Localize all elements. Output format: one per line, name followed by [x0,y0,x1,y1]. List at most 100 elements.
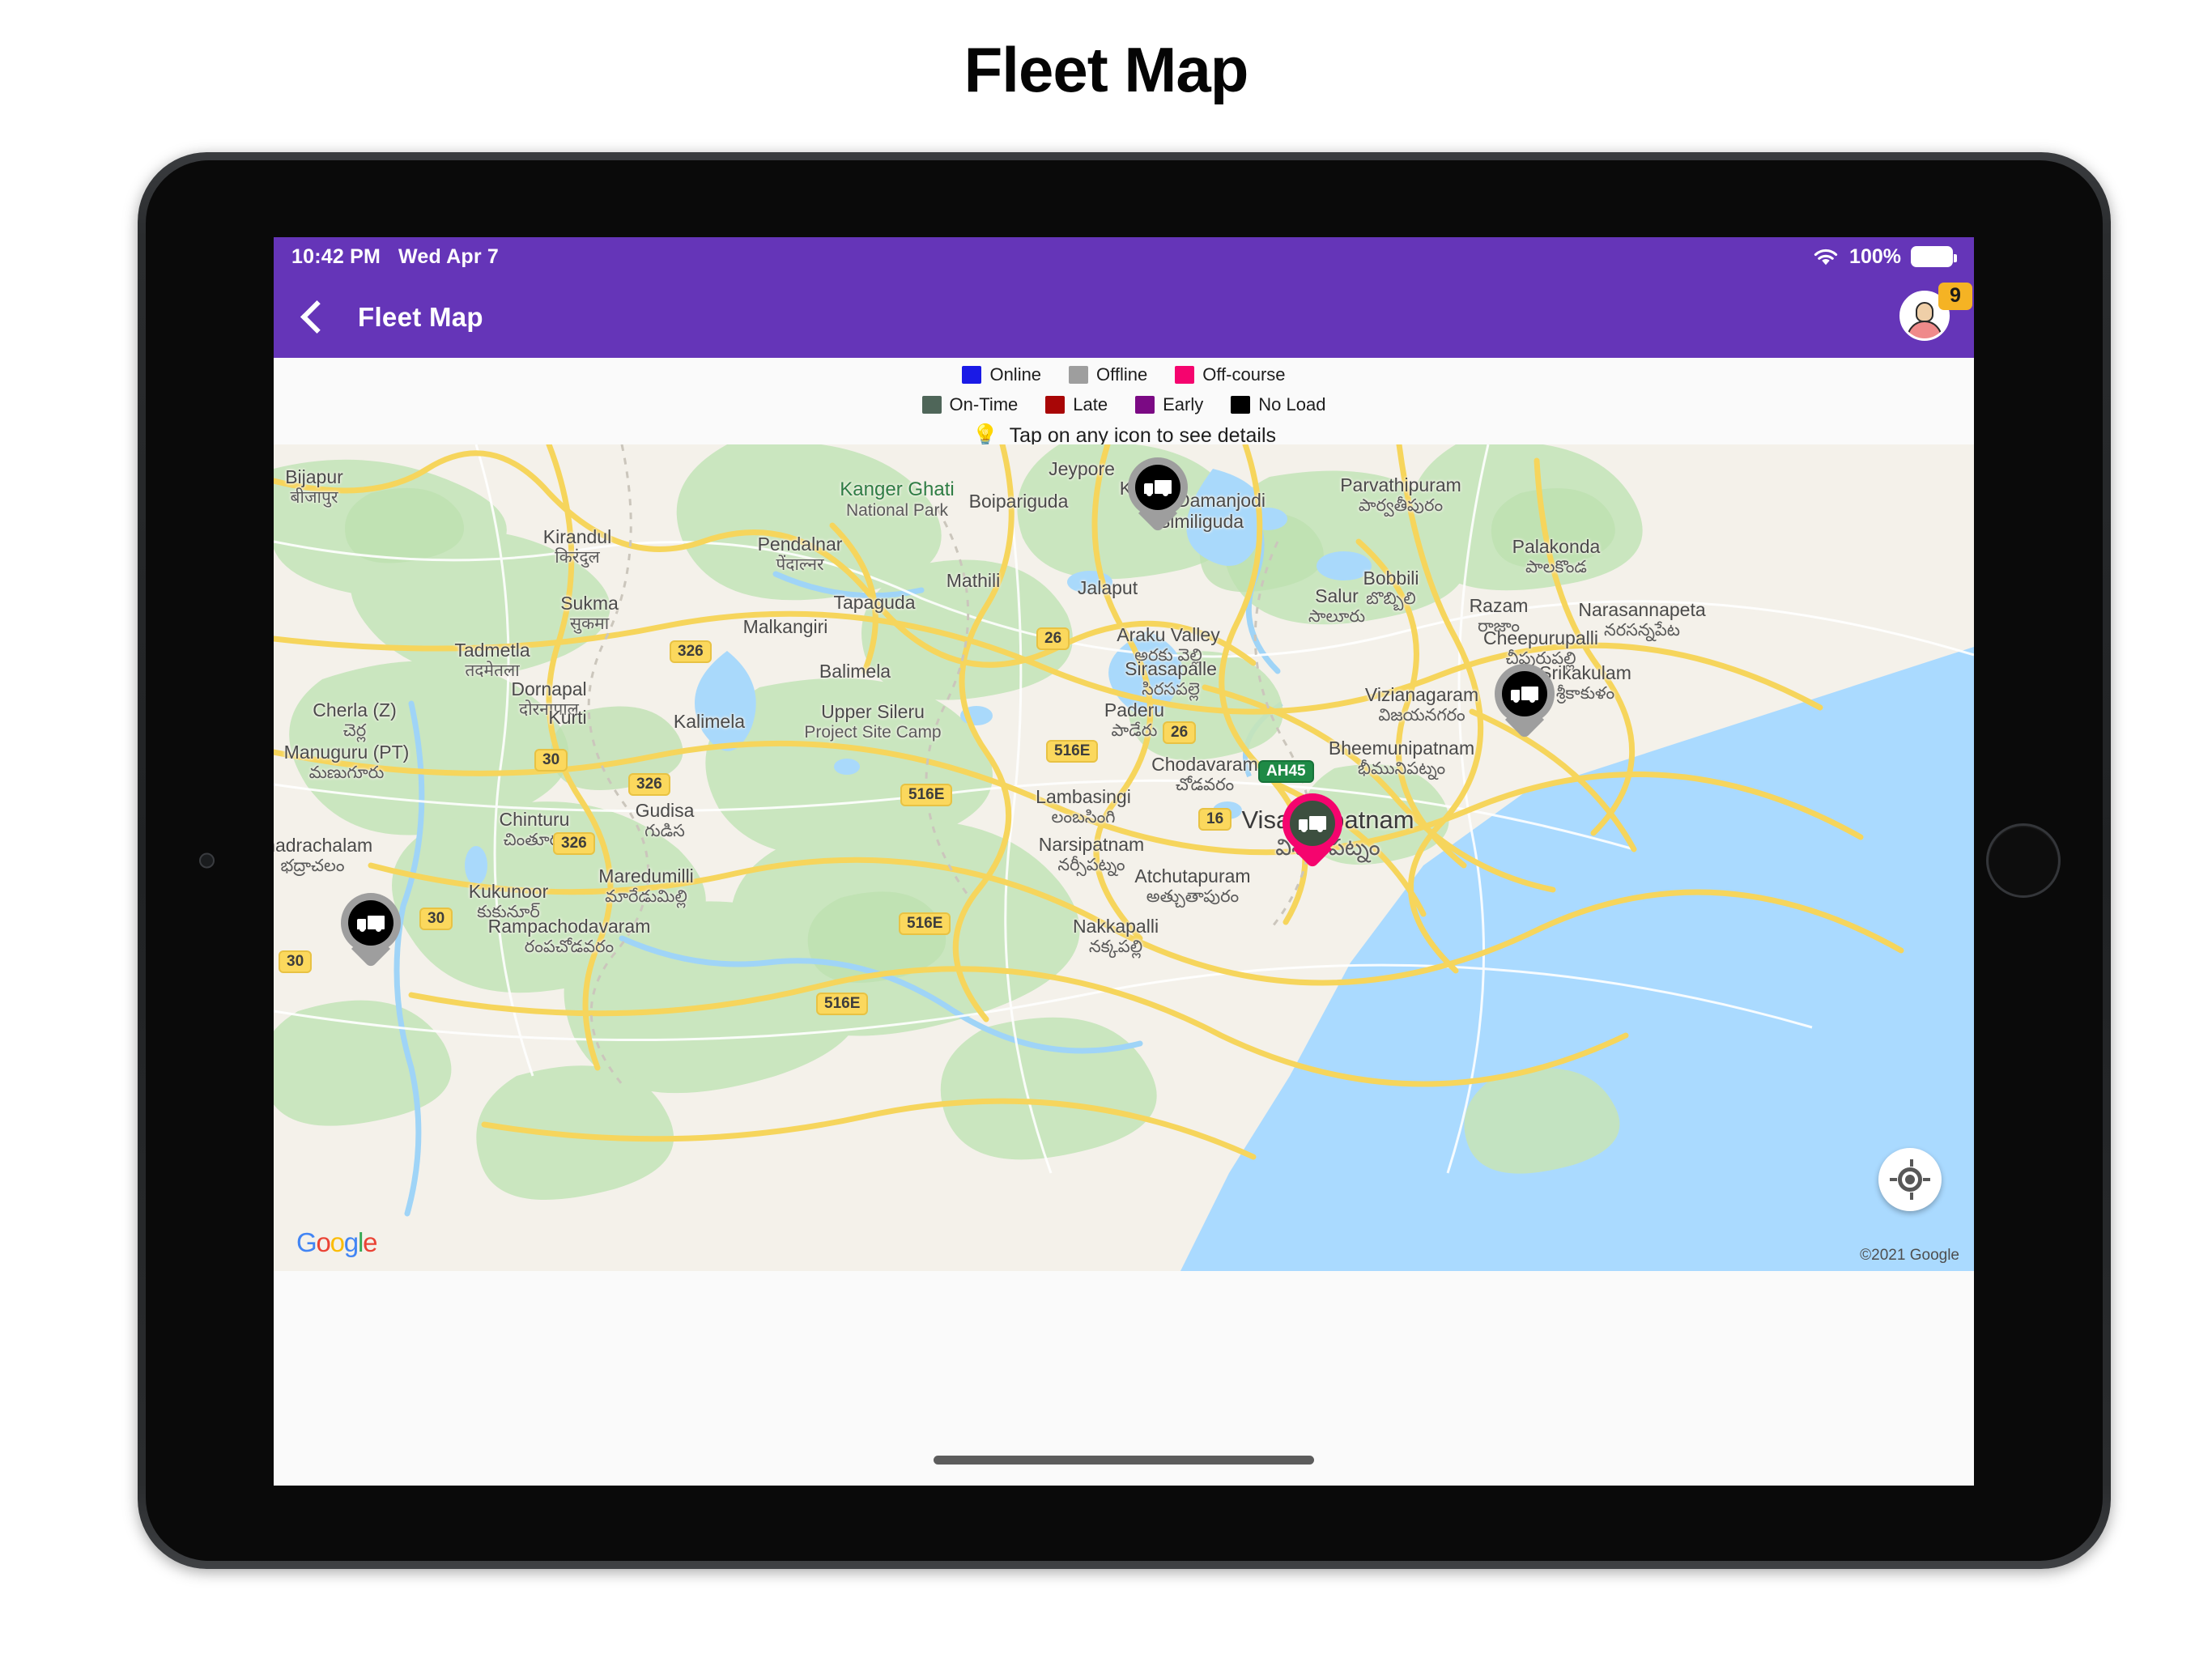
legend-swatch-icon [921,395,942,414]
legend-swatch-icon [1045,395,1066,414]
legend-item-on-time: On-Time [921,393,1019,415]
legend-label: Off-course [1202,363,1286,385]
legend-label: On-Time [949,393,1019,414]
bottom-area [274,1271,1974,1486]
road-shield: 326 [670,640,712,663]
legend-label: No Load [1258,393,1326,414]
legend-panel: Online Offline Off-course On-Time Late Early… [274,358,1974,448]
legend-swatch-icon [962,365,982,384]
marker-bhadrachalam[interactable] [341,893,401,969]
map-label: Damanjodi [1176,490,1266,511]
legend-item-no-load: No Load [1231,394,1325,415]
map-label: Jeypore [1049,458,1115,479]
road-shield: 16 [1198,808,1232,831]
map-label: Palakonda పాలకొండ [1512,536,1601,576]
map-label: Bobbili బొబ్బిలి [1363,568,1419,608]
legend-swatch-icon [1135,395,1155,414]
back-chevron-icon[interactable] [288,295,334,340]
lightbulb-icon: 💡 [971,423,999,448]
map-label: Gudisa గుడిస [635,800,695,840]
battery-percent: 100% [1849,244,1901,268]
map-label: Bijapur बीजापुर [285,466,343,507]
legend-label: Late [1073,393,1108,414]
map-label: Malkangiri [742,616,828,637]
map-label: Balimela [819,661,891,682]
map-label: Sukma सुकमा [560,593,619,633]
app-bar-title: Fleet Map [358,301,483,332]
marker-srikakulam[interactable] [1495,664,1555,740]
map-label: Atchutapuram అత్చుతాపురం [1134,865,1251,906]
map-label: Vizianagaram విజయనగరం [1364,684,1479,725]
map-label: Salur సాలూరు [1308,585,1366,626]
map-label: Paderu పాడేరు [1104,699,1165,740]
map-label: Sirasapalle సిరసపల్లె [1125,658,1217,699]
map-label: Kurti [548,707,587,728]
avatar[interactable]: 9 [1899,282,1972,344]
legend-label: Early [1163,393,1204,414]
camera-icon [199,852,215,869]
road-shield: 30 [279,950,313,973]
truck-icon[interactable] [348,900,393,946]
battery-full-icon [1911,246,1957,267]
map-label: Rampachodavaram రంపచోడవరం [487,916,651,956]
legend-item-offline: Offline [1069,364,1147,385]
wifi-icon [1814,249,1838,266]
map-label: Tadmetla तदमेतला [454,640,530,680]
map-label: Chodavaram చోడవరం [1151,754,1258,794]
map-label: Jalaput [1077,577,1138,598]
marker-koraput[interactable] [1128,457,1188,534]
map-label: Tapaguda [833,592,916,613]
map-label: Upper Sileru Project Site Camp [804,701,942,742]
map-label: Manuguru (PT) మణుగూరు [283,742,410,782]
map-canvas[interactable]: Bijapur बीजापुर Jeypore Kanger Ghati Nationa… [274,444,1974,1271]
map-label: Parvathipuram పార్వతీపురం [1340,474,1461,515]
map-label: Narsipatnam నర్సీపట్నం [1038,834,1145,874]
legend-item-off-course: Off-course [1175,363,1286,385]
google-logo: Google [296,1227,377,1257]
road-shield: 326 [553,832,595,855]
status-date: Wed Apr 7 [398,244,500,268]
home-indicator[interactable] [934,1456,1314,1465]
legend-label: Offline [1096,363,1148,385]
legend-swatch-icon [1231,395,1251,414]
map-label: Bhadrachalamభద్రాచలం [274,835,373,875]
map-label: Boipariguda [968,491,1069,512]
legend-item-early: Early [1135,394,1203,415]
status-bar: 10:42 PM Wed Apr 7 100% [274,237,1974,276]
map-label: Kirandul किरंदुल [542,526,612,567]
map-label: Pendalnar पेंदाल्नर [757,534,843,574]
road-shield: 516E [899,912,951,935]
map-label: Nakkapalli నక్కపల్లి [1072,916,1159,956]
notification-badge: 9 [1938,282,1972,310]
truck-icon[interactable] [1135,465,1180,510]
marker-visakhapatnam[interactable] [1283,793,1342,869]
my-location-icon[interactable] [1878,1148,1942,1211]
tablet-device-frame: 10:42 PM Wed Apr 7 100% Fleet Map 9 Onli… [138,152,2111,1569]
map-label: Cherla (Z) చెర్ల [313,699,397,740]
legend-row-status: Online Offline Off-course [274,361,1974,388]
map-label: Bheemunipatnam భీమునిపట్నం [1328,738,1475,778]
status-time: 10:42 PM [291,244,381,268]
home-button[interactable] [1986,823,2061,898]
road-shield: 516E [816,993,869,1015]
legend-item-late: Late [1045,394,1108,415]
road-shield: 30 [534,749,568,772]
page-title: Fleet Map [963,33,1249,105]
map-label: Lambasingi లంబసింగి [1036,786,1131,827]
road-shield: AH45 [1258,760,1314,783]
road-shield: 516E [900,784,953,806]
legend-swatch-icon [1175,365,1195,384]
app-screen: 10:42 PM Wed Apr 7 100% Fleet Map 9 Onli… [274,237,1974,1486]
legend-item-online: Online [962,364,1041,385]
truck-icon[interactable] [1290,801,1335,846]
legend-label: Online [989,363,1042,385]
road-shield: 326 [628,773,670,796]
road-shield: 516E [1046,740,1099,763]
road-shield: 30 [419,908,453,930]
map-label: Kanger Ghati National Park [840,478,955,520]
road-shield: 26 [1163,721,1197,744]
map-attribution: ©2021 Google [1860,1247,1959,1264]
truck-icon[interactable] [1502,671,1547,716]
legend-swatch-icon [1069,365,1089,384]
legend-row-timing: On-Time Late Early No Load [274,391,1974,418]
